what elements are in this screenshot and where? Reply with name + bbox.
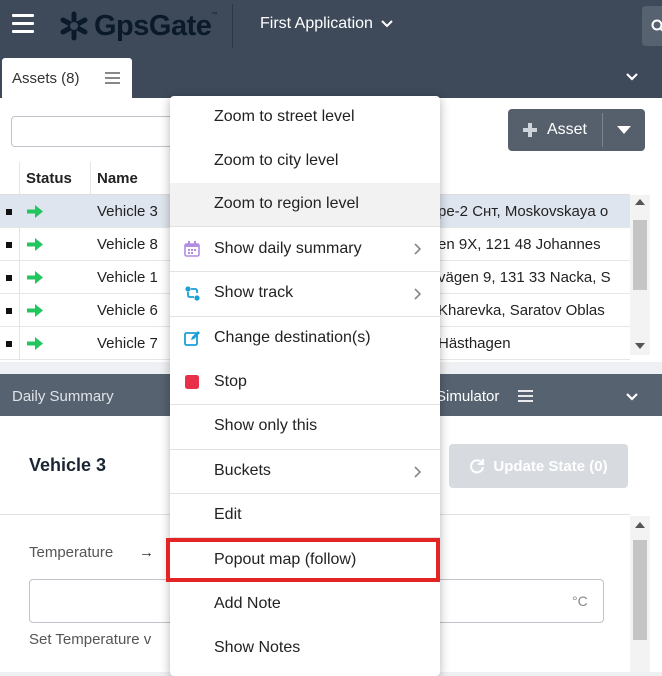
asset-search-input[interactable] — [11, 116, 181, 147]
menu-item-label: Show daily summary — [214, 240, 362, 258]
search-icon — [651, 19, 662, 33]
scroll-up-icon[interactable] — [635, 522, 645, 528]
chevron-right-icon — [414, 288, 421, 300]
menu-item-label: Show only this — [214, 417, 317, 435]
menu-lines-icon[interactable] — [518, 390, 533, 402]
menu-item-buckets[interactable]: Buckets — [170, 450, 440, 493]
menu-item-label: Show Notes — [214, 639, 300, 657]
collapse-chevron-icon[interactable] — [626, 393, 638, 401]
menu-item-add-note[interactable]: Add Note — [170, 582, 440, 626]
asset-name: Vehicle 3 — [97, 203, 158, 220]
scrollbar-thumb[interactable] — [633, 220, 647, 290]
menu-item-label: Change destination(s) — [214, 329, 371, 347]
menu-item-label: Stop — [214, 373, 247, 391]
status-arrow-icon — [27, 205, 43, 218]
menu-item-label: Buckets — [214, 462, 271, 480]
menu-item-zoom-street[interactable]: Zoom to street level — [170, 96, 440, 140]
menu-lines-icon[interactable] — [105, 72, 120, 84]
menu-item-show-only-this[interactable]: Show only this — [170, 405, 440, 449]
asset-dropdown-toggle[interactable] — [603, 109, 645, 151]
asset-address: Kharevka, Saratov Oblas — [438, 302, 630, 319]
row-marker — [6, 242, 12, 248]
logo: GpsGate ™ — [58, 8, 217, 44]
context-menu: Zoom to street level Zoom to city level … — [170, 96, 440, 676]
tab-simulator[interactable]: Simulator — [436, 388, 499, 405]
highlight-annotation-box — [166, 538, 440, 582]
menu-item-label: Add Note — [214, 595, 281, 613]
menu-item-zoom-region[interactable]: Zoom to region level — [170, 183, 440, 226]
scroll-up-icon[interactable] — [635, 199, 645, 205]
asset-name: Vehicle 7 — [97, 335, 158, 352]
menu-item-label: Edit — [214, 506, 242, 524]
route-icon — [184, 285, 201, 302]
asset-address: pe-2 Снт, Moskovskaya o — [438, 203, 630, 220]
row-marker — [6, 341, 12, 347]
row-marker — [6, 275, 12, 281]
tab-assets-label: Assets (8) — [12, 70, 80, 87]
add-asset-button[interactable]: Asset — [508, 109, 602, 151]
collapse-chevron-icon[interactable] — [626, 73, 638, 81]
menu-item-show-notes[interactable]: Show Notes — [170, 626, 440, 670]
asset-name: Vehicle 1 — [97, 269, 158, 286]
asset-name: Vehicle 6 — [97, 302, 158, 319]
menu-item-label: Zoom to street level — [214, 108, 355, 126]
calendar-icon — [184, 241, 200, 257]
temperature-unit: °C — [572, 593, 588, 609]
chevron-right-icon — [414, 243, 421, 255]
header-divider — [232, 4, 233, 48]
hamburger-icon[interactable] — [12, 14, 34, 34]
status-arrow-icon — [27, 271, 43, 284]
menu-item-label: Show track — [214, 284, 293, 302]
status-arrow-icon — [27, 238, 43, 251]
add-asset-split-button[interactable]: Asset — [508, 109, 645, 151]
edit-icon — [184, 330, 201, 347]
asset-address: vägen 9, 131 33 Nacka, S — [438, 269, 630, 286]
gpsgate-logo-icon — [58, 10, 90, 42]
column-name[interactable]: Name — [97, 170, 138, 187]
asset-list-scrollbar[interactable] — [630, 195, 650, 355]
update-state-label: Update State (0) — [493, 458, 607, 475]
tab-assets[interactable]: Assets (8) — [2, 58, 132, 98]
app-selector[interactable]: First Application — [260, 15, 393, 33]
scrollbar-thumb[interactable] — [633, 540, 647, 640]
vehicle-title: Vehicle 3 — [29, 455, 106, 476]
panel-scrollbar[interactable] — [630, 516, 650, 672]
app-title: First Application — [260, 15, 373, 33]
add-asset-label: Asset — [547, 121, 587, 139]
menu-item-stop[interactable]: Stop — [170, 361, 440, 404]
refresh-icon — [469, 458, 485, 474]
menu-item-zoom-city[interactable]: Zoom to city level — [170, 140, 440, 183]
temperature-arrow: → — [139, 544, 154, 561]
menu-item-edit[interactable]: Edit — [170, 494, 440, 537]
menu-item-label: Zoom to city level — [214, 152, 338, 170]
menu-item-show-track[interactable]: Show track — [170, 272, 440, 316]
set-temperature-label: Set Temperature v — [29, 631, 151, 648]
asset-name: Vehicle 8 — [97, 236, 158, 253]
menu-item-daily-summary[interactable]: Show daily summary — [170, 227, 440, 271]
status-arrow-icon — [27, 337, 43, 350]
column-status[interactable]: Status — [26, 170, 72, 187]
update-state-button[interactable]: Update State (0) — [449, 444, 628, 488]
tab-daily-summary[interactable]: Daily Summary — [12, 388, 114, 405]
logo-text: GpsGate — [94, 10, 211, 43]
status-arrow-icon — [27, 304, 43, 317]
caret-down-icon — [617, 126, 631, 134]
scroll-down-icon[interactable] — [635, 343, 645, 349]
temperature-label: Temperature — [29, 544, 113, 561]
plus-icon — [523, 123, 537, 137]
chevron-down-icon — [381, 20, 393, 28]
stop-icon — [184, 374, 200, 390]
search-button[interactable] — [642, 6, 662, 46]
asset-address: en 9X, 121 48 Johannes — [438, 236, 630, 253]
row-marker — [6, 308, 12, 314]
chevron-right-icon — [414, 466, 421, 478]
row-marker — [6, 209, 12, 215]
menu-item-label: Zoom to region level — [214, 195, 359, 213]
menu-item-change-destination[interactable]: Change destination(s) — [170, 317, 440, 361]
asset-address: Hästhagen — [438, 335, 630, 352]
logo-trademark: ™ — [211, 12, 217, 18]
